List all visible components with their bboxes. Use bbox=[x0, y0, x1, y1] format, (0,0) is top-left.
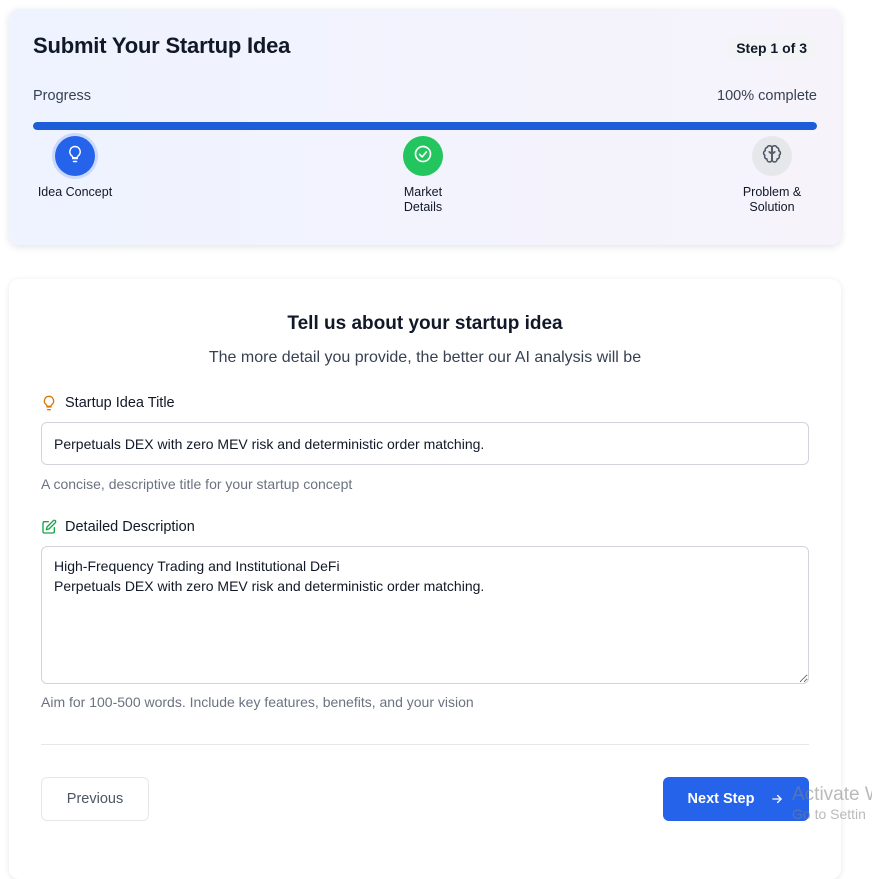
step-label: Problem & Solution bbox=[742, 185, 802, 214]
form-subheading: The more detail you provide, the better … bbox=[208, 349, 642, 366]
form-heading: Tell us about your startup idea bbox=[287, 313, 563, 334]
watermark-line-1: Activate W bbox=[792, 784, 872, 805]
lightbulb-icon bbox=[66, 145, 84, 168]
startup-title-input[interactable] bbox=[41, 422, 809, 465]
step-label: Idea Concept bbox=[37, 185, 113, 199]
description-field-label-text: Detailed Description bbox=[65, 519, 195, 535]
step-indicator bbox=[752, 136, 792, 176]
title-field-label-text: Startup Idea Title bbox=[65, 395, 175, 411]
progress-label: Progress bbox=[33, 88, 92, 104]
page-title: Submit Your Startup Idea bbox=[33, 33, 291, 58]
step-indicator bbox=[55, 136, 95, 176]
progress-bar-fill bbox=[33, 122, 817, 130]
edit-icon bbox=[41, 519, 57, 535]
watermark-line-2: Go to Settin bbox=[792, 805, 866, 822]
arrow-right-icon bbox=[770, 792, 784, 806]
step-idea-concept[interactable]: Idea Concept bbox=[15, 136, 135, 200]
description-help-text: Aim for 100-500 words. Include key featu… bbox=[41, 694, 474, 710]
step-indicator bbox=[403, 136, 443, 176]
step-problem-solution[interactable]: Problem & Solution bbox=[712, 136, 832, 215]
title-field-label: Startup Idea Title bbox=[41, 395, 175, 411]
divider bbox=[41, 744, 809, 745]
next-step-button[interactable]: Next Step bbox=[663, 777, 809, 821]
progress-percent: 100% complete bbox=[717, 88, 817, 104]
idea-form-card: Tell us about your startup idea The more… bbox=[9, 279, 841, 879]
lightbulb-icon bbox=[41, 395, 57, 411]
step-badge: Step 1 of 3 bbox=[726, 36, 817, 60]
step-label: Market Details bbox=[403, 185, 443, 214]
step-market-details[interactable]: Market Details bbox=[363, 136, 483, 215]
previous-button[interactable]: Previous bbox=[41, 777, 149, 821]
check-circle-icon bbox=[413, 144, 433, 169]
brain-icon bbox=[762, 144, 782, 169]
description-field-label: Detailed Description bbox=[41, 519, 195, 535]
description-textarea[interactable]: High-Frequency Trading and Institutional… bbox=[41, 546, 809, 684]
progress-header-card: Submit Your Startup Idea Step 1 of 3 Pro… bbox=[9, 9, 841, 245]
next-step-label: Next Step bbox=[687, 791, 755, 807]
activation-watermark: Activate W Go to Settin bbox=[792, 784, 872, 822]
title-help-text: A concise, descriptive title for your st… bbox=[41, 476, 353, 492]
progress-bar bbox=[33, 122, 817, 130]
